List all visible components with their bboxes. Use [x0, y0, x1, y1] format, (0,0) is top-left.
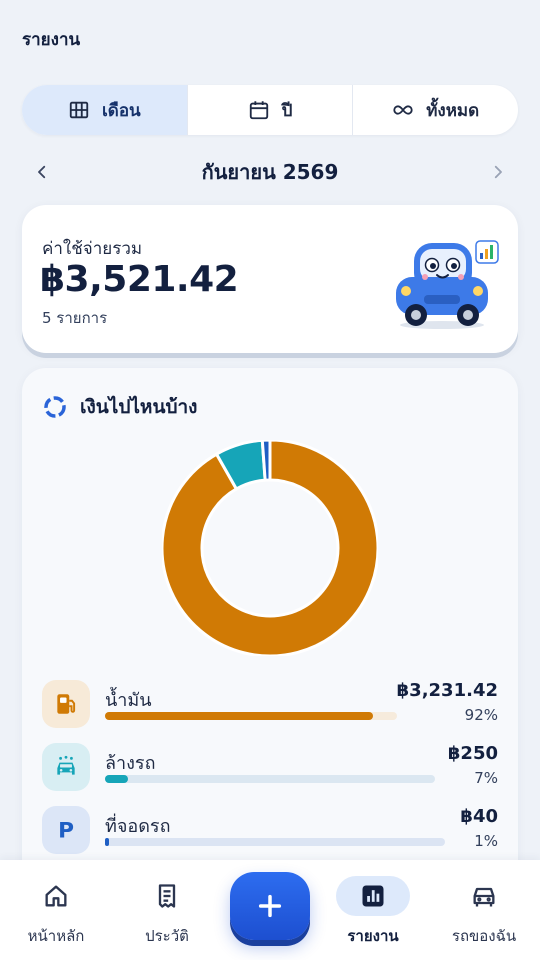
nav-my-car-label: รถของฉัน — [451, 927, 517, 945]
previous-month-button[interactable] — [22, 152, 62, 192]
nav-history-label: ประวัติ — [145, 927, 189, 945]
donut-slice-3 — [260, 440, 272, 482]
tab-year-label: ปี — [281, 100, 293, 121]
category-row-car-wash[interactable]: ล้างรถ ฿250 7% — [42, 743, 498, 793]
home-icon — [45, 885, 67, 907]
bar-chart-icon — [362, 885, 384, 907]
category-amount: ฿250 — [447, 743, 498, 764]
plus-icon — [258, 894, 282, 918]
category-icon-box: P — [42, 806, 90, 854]
receipt-icon — [158, 884, 176, 908]
donut-chart-icon — [44, 396, 66, 418]
category-progress-fill — [105, 775, 129, 783]
nav-home[interactable]: หน้าหลัก — [2, 860, 110, 960]
page-title: รายงาน — [22, 30, 81, 50]
category-name: ที่จอดรถ — [105, 816, 171, 837]
category-amount: ฿40 — [460, 806, 498, 827]
total-expense-label: ค่าใช้จ่ายรวม — [42, 239, 143, 259]
nav-report[interactable]: รายงาน — [319, 860, 427, 960]
calendar-icon — [249, 101, 268, 120]
category-icon-box — [42, 743, 90, 791]
category-percent: 7% — [474, 769, 498, 787]
car-icon — [473, 887, 495, 907]
category-progress-track — [105, 775, 435, 783]
tab-year[interactable]: ปี — [188, 85, 354, 135]
fuel-icon — [57, 694, 76, 714]
spending-breakdown-card: เงินไปไหนบ้าง น้ำมัน ฿3,231.42 92% ล้างร… — [22, 368, 518, 888]
category-row-fuel[interactable]: น้ำมัน ฿3,231.42 92% — [42, 680, 498, 730]
grid-icon — [69, 101, 89, 119]
tab-month[interactable]: เดือน — [22, 85, 188, 135]
next-month-button[interactable] — [478, 152, 518, 192]
category-progress-track — [105, 838, 445, 846]
breakdown-title: เงินไปไหนบ้าง — [80, 396, 198, 418]
tab-month-label: เดือน — [101, 100, 141, 121]
nav-report-label: รายงาน — [347, 927, 399, 945]
chevron-right-icon — [494, 165, 502, 179]
month-label: กันยายน 2569 — [201, 160, 339, 184]
category-name: ล้างรถ — [105, 753, 156, 774]
period-selector: เดือน ปี ทั้งหมด — [22, 85, 518, 135]
category-progress-track — [105, 712, 397, 720]
car-mascot-icon — [396, 240, 499, 329]
car-wash-icon — [57, 755, 75, 775]
nav-my-car[interactable]: รถของฉัน — [430, 860, 538, 960]
chevron-left-icon — [38, 165, 46, 179]
transaction-count: 5 รายการ — [42, 309, 108, 327]
nav-home-label: หน้าหลัก — [27, 927, 85, 945]
svg-text:P: P — [58, 819, 74, 843]
category-amount: ฿3,231.42 — [396, 680, 498, 701]
category-icon-box — [42, 680, 90, 728]
category-row-parking[interactable]: P ที่จอดรถ ฿40 1% — [42, 806, 498, 856]
total-expense-amount: ฿3,521.42 — [40, 259, 239, 300]
spending-donut-chart — [162, 440, 378, 656]
category-progress-fill — [105, 838, 110, 846]
category-percent: 1% — [474, 832, 498, 850]
infinity-icon — [393, 105, 413, 115]
total-expense-card: ค่าใช้จ่ายรวม ฿3,521.42 5 รายการ — [22, 205, 518, 353]
tab-all[interactable]: ทั้งหมด — [353, 85, 518, 135]
category-progress-fill — [105, 712, 374, 720]
tab-all-label: ทั้งหมด — [426, 100, 480, 121]
add-expense-button[interactable] — [230, 872, 310, 940]
parking-icon: P — [58, 819, 74, 843]
month-navigator: กันยายน 2569 — [22, 150, 518, 194]
category-name: น้ำมัน — [105, 690, 152, 711]
category-percent: 92% — [464, 706, 498, 724]
nav-history[interactable]: ประวัติ — [113, 860, 221, 960]
